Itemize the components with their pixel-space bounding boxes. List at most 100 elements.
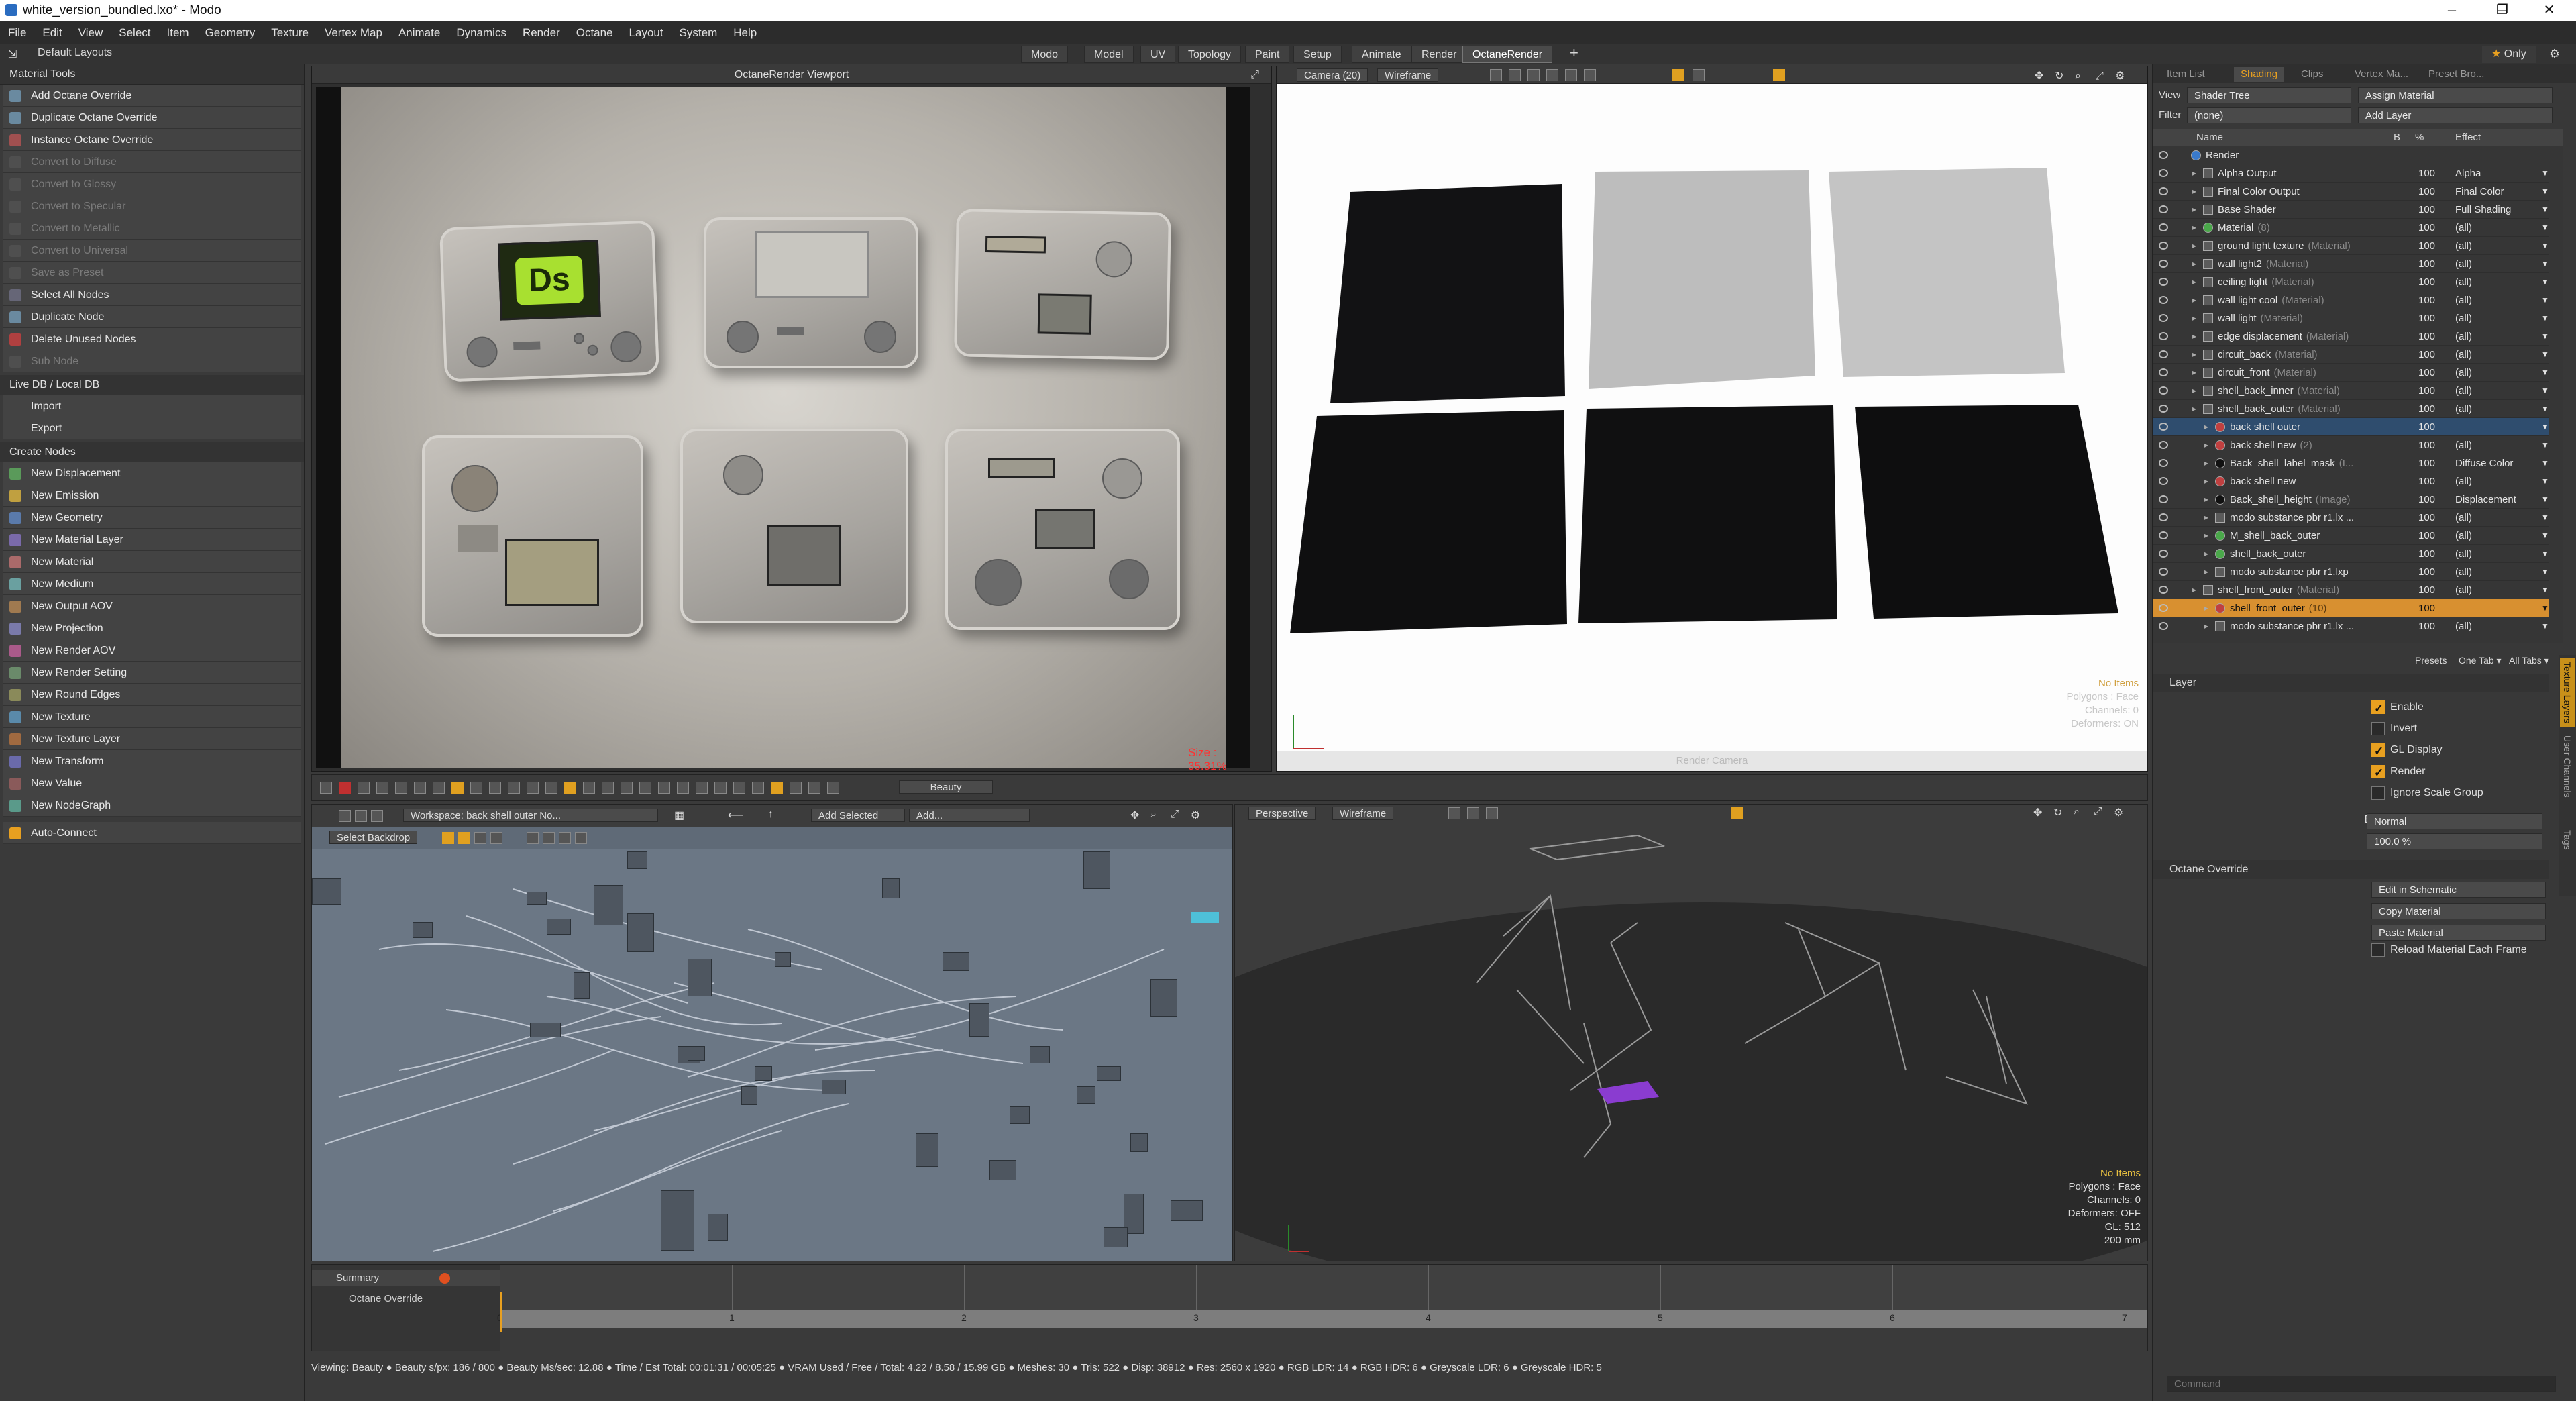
expand-arrow-icon[interactable]: ▸ — [2204, 599, 2208, 617]
auto-connect-toggle[interactable]: Auto-Connect — [3, 822, 301, 844]
expand-arrow-icon[interactable]: ▸ — [2192, 327, 2196, 346]
livedb-import[interactable]: Import — [3, 395, 301, 417]
node-icon[interactable] — [339, 810, 351, 822]
shader-tree-row[interactable]: ▸ ceiling light (Material) 100 (all) ▼ — [2153, 273, 2549, 291]
schematic-node[interactable] — [547, 919, 571, 935]
row-effect[interactable]: (all) — [2455, 563, 2472, 581]
row-effect[interactable]: (all) — [2455, 382, 2472, 400]
expand-arrow-icon[interactable]: ▸ — [2204, 436, 2208, 454]
octane-viewport[interactable]: OctaneRender Viewport ⤢ Ds Size: 35.31% — [311, 66, 1272, 772]
summary-track-header[interactable]: Summary — [312, 1270, 500, 1286]
layout-tab-paint[interactable]: Paint — [1245, 46, 1290, 63]
only-toggle[interactable]: ★ Only — [2482, 46, 2536, 63]
workspace-select[interactable]: Workspace: back shell outer No... — [403, 809, 658, 822]
checkbox[interactable] — [2371, 764, 2385, 782]
blend-mode-select[interactable]: Normal — [2367, 813, 2542, 829]
col-b[interactable]: B — [2394, 129, 2400, 146]
shader-tree-row[interactable]: ▸ Back_shell_label_mask (I... 100 Diffuse Co… — [2153, 454, 2549, 472]
expand-arrow-icon[interactable]: ▸ — [2192, 164, 2196, 183]
livedb-export[interactable]: Export — [3, 417, 301, 439]
dropdown-arrow-icon[interactable]: ▼ — [2541, 599, 2549, 617]
menu-render[interactable]: Render — [515, 21, 568, 44]
expand-arrow-icon[interactable]: ▸ — [2192, 382, 2196, 400]
timeline-track[interactable] — [500, 1265, 2147, 1310]
expand-arrow-icon[interactable]: ▸ — [2204, 454, 2208, 472]
override-edit-in-schematic-button[interactable]: Edit in Schematic — [2371, 882, 2546, 898]
row-effect[interactable]: (all) — [2455, 436, 2472, 454]
visibility-eye-icon[interactable] — [2159, 278, 2168, 286]
expand-arrow-icon[interactable]: ▸ — [2192, 581, 2196, 599]
render-tool-icon[interactable] — [527, 782, 539, 794]
tool-convert-to-specular[interactable]: Convert to Specular — [3, 195, 301, 217]
tool-save-as-preset[interactable]: Save as Preset — [3, 262, 301, 284]
shader-tree-row[interactable]: ▸ shell_back_inner (Material) 100 (all) ▼ — [2153, 382, 2549, 400]
shader-tree-row[interactable]: ▸ wall light (Material) 100 (all) ▼ — [2153, 309, 2549, 327]
right-tab-preset-bro-[interactable]: Preset Bro... — [2422, 67, 2491, 82]
layer-invert-toggle[interactable]: Invert — [2371, 719, 2546, 738]
pin-icon[interactable]: ⇲ — [8, 48, 17, 61]
col-name[interactable]: Name — [2196, 129, 2223, 146]
expand-arrow-icon[interactable]: ▸ — [2192, 219, 2196, 237]
render-tool-icon[interactable] — [339, 782, 351, 794]
row-effect[interactable]: (all) — [2455, 509, 2472, 527]
create-new-nodegraph[interactable]: New NodeGraph — [3, 794, 301, 817]
dropdown-arrow-icon[interactable]: ▼ — [2541, 364, 2549, 382]
shader-tree-row[interactable]: ▸ wall light2 (Material) 100 (all) ▼ — [2153, 255, 2549, 273]
render-tool-icon[interactable] — [545, 782, 557, 794]
grid-icon[interactable] — [1509, 69, 1521, 81]
row-effect[interactable]: (all) — [2455, 237, 2472, 255]
render-tool-icon[interactable] — [602, 782, 614, 794]
layout-tab-animate[interactable]: Animate — [1352, 46, 1411, 63]
col-pct[interactable]: % — [2415, 129, 2424, 146]
light-icon[interactable] — [1693, 69, 1705, 81]
checkbox[interactable] — [2371, 742, 2385, 761]
layout-tab-topology[interactable]: Topology — [1178, 46, 1242, 63]
visibility-eye-icon[interactable] — [2159, 296, 2168, 304]
create-nodes-header[interactable]: Create Nodes — [0, 442, 304, 462]
col-effect[interactable]: Effect — [2455, 129, 2481, 146]
expand-arrow-icon[interactable]: ▸ — [2204, 527, 2208, 545]
shader-tree-row[interactable]: ▸ M_shell_back_outer 100 (all) ▼ — [2153, 527, 2549, 545]
assign-material-select[interactable]: Assign Material — [2358, 87, 2553, 103]
schematic-node[interactable] — [989, 1160, 1016, 1180]
shader-tree-row[interactable]: Render — [2153, 146, 2549, 164]
select-backdrop-button[interactable]: Select Backdrop — [329, 831, 418, 844]
expand-arrow-icon[interactable]: ▸ — [2192, 291, 2196, 309]
dropdown-arrow-icon[interactable]: ▼ — [2541, 563, 2549, 581]
rotate-icon[interactable]: ↻ — [2053, 806, 2062, 819]
right-tab-vertex-ma-[interactable]: Vertex Ma... — [2348, 67, 2415, 82]
expand-arrow-icon[interactable]: ▸ — [2192, 201, 2196, 219]
layout-tab-render[interactable]: Render — [1411, 46, 1467, 63]
visibility-eye-icon[interactable] — [2159, 495, 2168, 503]
create-new-texture[interactable]: New Texture — [3, 706, 301, 728]
create-new-round-edges[interactable]: New Round Edges — [3, 684, 301, 706]
schematic-node[interactable] — [775, 952, 791, 967]
tool-instance-octane-override[interactable]: Instance Octane Override — [3, 129, 301, 151]
layer-enable-toggle[interactable]: Enable — [2371, 698, 2546, 718]
camera-viewport[interactable]: Camera (20) Wireframe ✥ ↻ ⌕ ⤢ ⚙ No Items… — [1276, 66, 2148, 772]
zoom-icon[interactable]: ⌕ — [2074, 806, 2080, 818]
shader-tree-row[interactable]: ▸ ground light texture (Material) 100 (all) ▼ — [2153, 237, 2549, 255]
checkbox[interactable] — [2371, 722, 2385, 735]
dropdown-arrow-icon[interactable]: ▼ — [2541, 255, 2549, 273]
layout-icon[interactable] — [559, 832, 571, 844]
shader-tree-row[interactable]: ▸ back shell outer 100 ▼ — [2153, 418, 2549, 436]
shader-tree-row[interactable]: ▸ Material (8) 100 (all) ▼ — [2153, 219, 2549, 237]
gear-icon[interactable]: ⚙ — [2115, 68, 2125, 85]
render-tool-icon[interactable] — [696, 782, 708, 794]
schematic-node[interactable] — [1130, 1133, 1148, 1152]
menu-system[interactable]: System — [672, 21, 726, 44]
render-pass-select[interactable]: Beauty — [899, 780, 993, 794]
shader-tree-row[interactable]: ▸ Final Color Output 100 Final Color ▼ — [2153, 183, 2549, 201]
dropdown-arrow-icon[interactable]: ▼ — [2541, 527, 2549, 545]
visibility-eye-icon[interactable] — [2159, 151, 2168, 159]
render-tool-icon[interactable] — [658, 782, 670, 794]
layer-render-toggle[interactable]: Render — [2371, 762, 2546, 782]
dropdown-arrow-icon[interactable]: ▼ — [2541, 509, 2549, 527]
visibility-eye-icon[interactable] — [2159, 550, 2168, 558]
expand-arrow-icon[interactable]: ▸ — [2204, 472, 2208, 490]
visibility-eye-icon[interactable] — [2159, 386, 2168, 395]
row-effect[interactable]: Final Color — [2455, 183, 2504, 201]
grid-icon[interactable] — [1490, 69, 1502, 81]
override-copy-material-button[interactable]: Copy Material — [2371, 903, 2546, 919]
